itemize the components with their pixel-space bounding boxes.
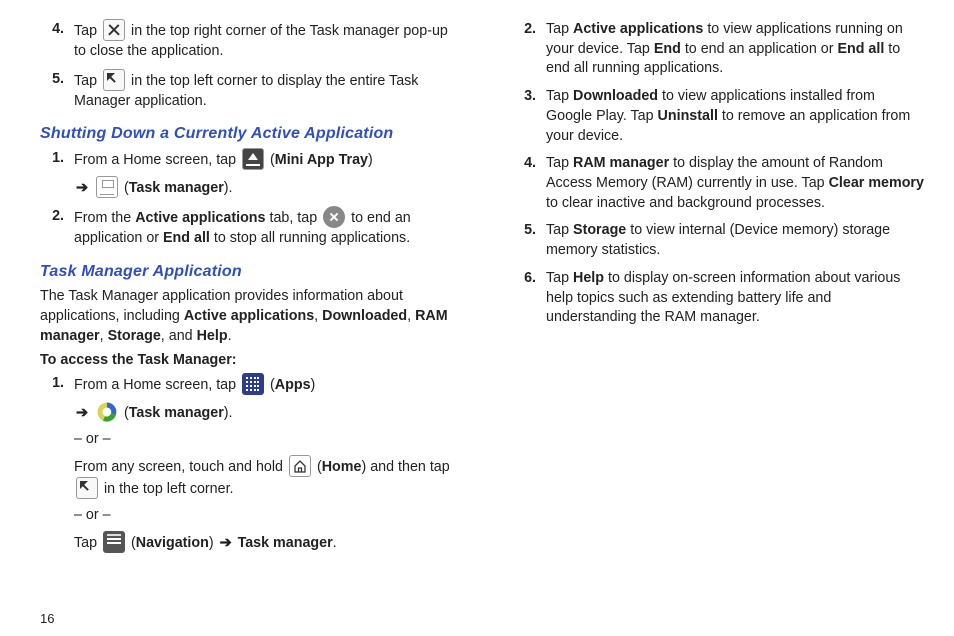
manual-page: 4. Tap in the top right corner of the Ta… [0,0,954,570]
tabs-step-6: 6. Tap Help to display on-screen informa… [536,269,924,328]
mini-app-tray-icon [242,148,264,170]
tabs-step-4: 4. Tap RAM manager to display the amount… [536,154,924,213]
tabs-step-5: 5. Tap Storage to view internal (Device … [536,221,924,260]
close-taskmgr-steps: 4. Tap in the top right corner of the Ta… [40,20,452,111]
or-divider: – or – [74,430,452,450]
text: to stop all running applications. [210,230,410,246]
shutdown-steps: 1. From a Home screen, tap (Mini App Tra… [40,149,452,249]
arrow-icon: ➔ [76,180,88,196]
step-5: 5. Tap in the top left corner to display… [64,70,452,112]
access-steps: 1. From a Home screen, tap (Apps) ➔ [40,374,452,553]
taskmgr-tabs-steps: 2. Tap Active applications to view appli… [512,20,924,328]
page-number: 16 [40,611,54,626]
section-heading-taskmgr: Task Manager Application [40,263,452,281]
section-heading-shutdown: Shutting Down a Currently Active Applica… [40,125,452,143]
alt-line-1: From any screen, touch and hold (Home) a… [74,456,452,500]
left-column: 4. Tap in the top right corner of the Ta… [40,18,452,562]
text: Tap [74,23,101,39]
tabs-step-3: 3. Tap Downloaded to view applications i… [536,87,924,146]
shutdown-step-2: 2. From the Active applications tab, tap… [64,207,452,249]
label-task-manager: Task manager [129,405,224,421]
label-end-all: End all [163,230,210,246]
alt-line-2: Tap (Navigation) ➔ Task manager. [74,532,452,554]
label-task-manager: Task manager [238,535,333,551]
or-divider: – or – [74,506,452,526]
label-home: Home [322,459,362,475]
text: From the [74,210,135,226]
taskmgr-intro: The Task Manager application provides in… [40,287,452,346]
text: From a Home screen, tap [74,152,240,168]
sub-line: ➔ (Task manager). [74,177,452,199]
end-app-icon [323,206,345,228]
sub-line: ➔ (Task manager). [74,402,452,424]
expand-icon [103,69,125,91]
expand-icon [76,477,98,499]
tabs-step-2: 2. Tap Active applications to view appli… [536,20,924,79]
label-task-manager: Task manager [129,180,224,196]
access-lead: To access the Task Manager: [40,352,452,368]
label-mini-app-tray: Mini App Tray [275,152,368,168]
text: tab, tap [266,210,322,226]
label-active-applications: Active applications [135,210,265,226]
text: in the top right corner of the Task mana… [74,23,448,59]
navigation-bar-icon [103,531,125,553]
task-manager-shortcut-icon [96,176,118,198]
shutdown-step-1: 1. From a Home screen, tap (Mini App Tra… [64,149,452,199]
text: in the top left corner to display the en… [74,73,418,109]
home-icon [289,455,311,477]
right-column: 2. Tap Active applications to view appli… [512,18,924,562]
label-apps: Apps [275,377,311,393]
access-step-1: 1. From a Home screen, tap (Apps) ➔ [64,374,452,553]
label-navigation: Navigation [136,535,209,551]
step-4: 4. Tap in the top right corner of the Ta… [64,20,452,62]
arrow-icon: ➔ [220,535,232,551]
close-icon [103,19,125,41]
apps-grid-icon [242,373,264,395]
task-manager-pie-icon [96,401,118,423]
text: Tap [74,73,101,89]
arrow-icon: ➔ [76,405,88,421]
text: From a Home screen, tap [74,377,240,393]
